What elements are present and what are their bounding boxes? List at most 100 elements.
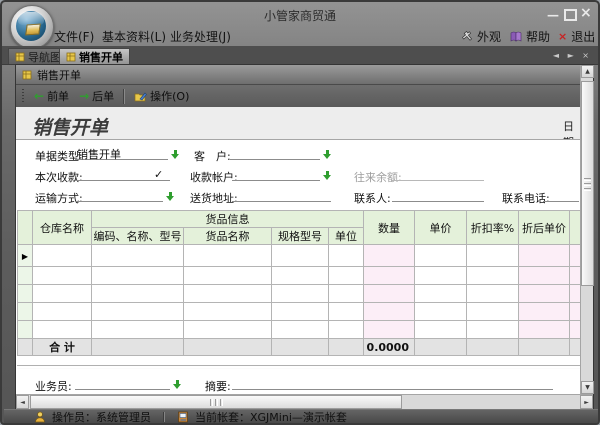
tab-scroll-close-controls[interactable]: ◄ ► × <box>553 51 592 60</box>
cell-discounted[interactable] <box>519 321 570 339</box>
contact-input[interactable] <box>392 188 484 202</box>
right-arrow-icon: → <box>79 89 89 103</box>
scroll-right-button[interactable]: ► <box>580 395 593 409</box>
cell[interactable] <box>467 321 519 339</box>
cell-qty[interactable] <box>364 303 415 321</box>
address-input[interactable] <box>232 188 331 202</box>
dropdown-arrow-icon[interactable] <box>166 192 175 202</box>
horizontal-scrollbar-thumb[interactable] <box>30 395 402 409</box>
cell-qty[interactable] <box>364 267 415 285</box>
cell[interactable] <box>570 285 581 303</box>
phone-input[interactable] <box>543 188 579 202</box>
cell[interactable] <box>92 245 184 267</box>
cell[interactable] <box>272 303 329 321</box>
cell[interactable] <box>329 303 364 321</box>
dropdown-arrow-icon[interactable] <box>323 150 332 160</box>
cell-discounted[interactable] <box>519 267 570 285</box>
maximize-button[interactable] <box>564 9 577 21</box>
date-label: 日期 <box>563 118 580 140</box>
cell[interactable] <box>92 321 184 339</box>
cell[interactable] <box>272 285 329 303</box>
cell[interactable] <box>329 267 364 285</box>
cell[interactable] <box>570 267 581 285</box>
cell[interactable] <box>33 321 92 339</box>
scroll-left-button[interactable]: ◄ <box>16 395 29 409</box>
check-mark-icon[interactable]: ✓ <box>154 168 163 181</box>
cell-qty[interactable] <box>364 321 415 339</box>
cell[interactable] <box>184 321 272 339</box>
vertical-scrollbar-thumb[interactable] <box>581 81 594 286</box>
summary-input[interactable] <box>232 376 553 390</box>
cell[interactable] <box>415 245 467 267</box>
menu-exit[interactable]: × 退出 <box>558 28 595 45</box>
vertical-scrollbar[interactable]: ▲ ▼ <box>580 65 593 394</box>
cell[interactable] <box>329 285 364 303</box>
cell[interactable] <box>467 285 519 303</box>
cell[interactable] <box>570 303 581 321</box>
col-partial <box>570 211 581 245</box>
cell[interactable] <box>184 267 272 285</box>
cell[interactable] <box>92 267 184 285</box>
panel-title: 销售开单 <box>37 67 81 83</box>
horizontal-scrollbar[interactable]: ◄ ► <box>16 394 593 409</box>
cell[interactable] <box>467 303 519 321</box>
cell[interactable] <box>467 267 519 285</box>
grid-row <box>18 321 581 339</box>
balance-field <box>392 167 484 181</box>
menu-base-data[interactable]: 基本资料(L) <box>102 28 166 45</box>
close-button[interactable]: × <box>580 7 592 19</box>
cell[interactable] <box>329 321 364 339</box>
toolbar-grip[interactable] <box>22 89 24 103</box>
account-input[interactable] <box>232 167 320 181</box>
menu-file[interactable]: 文件(F) <box>54 28 94 45</box>
cell[interactable] <box>467 245 519 267</box>
cell-discounted[interactable] <box>519 303 570 321</box>
cell[interactable] <box>570 245 581 267</box>
action-menu-button[interactable]: 操作(O) <box>129 87 194 105</box>
dropdown-arrow-icon[interactable] <box>173 380 182 390</box>
cell-qty[interactable] <box>364 285 415 303</box>
cell[interactable] <box>272 245 329 267</box>
salesman-input[interactable] <box>75 376 170 390</box>
cell[interactable] <box>92 285 184 303</box>
tools-icon <box>462 31 473 42</box>
cell[interactable] <box>329 245 364 267</box>
cell[interactable] <box>570 321 581 339</box>
menu-help[interactable]: 帮助 <box>510 28 550 45</box>
dropdown-arrow-icon[interactable] <box>171 150 180 160</box>
cell[interactable] <box>415 321 467 339</box>
cell[interactable] <box>415 267 467 285</box>
scroll-down-button[interactable]: ▼ <box>581 381 594 394</box>
scroll-up-button[interactable]: ▲ <box>581 65 594 78</box>
cell[interactable] <box>415 303 467 321</box>
account-label: 收款帐户: <box>190 169 238 185</box>
next-doc-button[interactable]: → 后单 <box>74 87 119 105</box>
cell-discounted[interactable] <box>519 245 570 267</box>
menu-business[interactable]: 业务处理(J) <box>170 28 231 45</box>
cell[interactable] <box>415 285 467 303</box>
cell[interactable] <box>272 321 329 339</box>
cell-discounted[interactable] <box>519 285 570 303</box>
tab-sales-billing[interactable]: 销售开单 <box>59 48 130 64</box>
cell[interactable] <box>33 245 92 267</box>
cell[interactable] <box>92 303 184 321</box>
cell[interactable] <box>184 245 272 267</box>
minimize-button[interactable]: — <box>547 9 559 21</box>
cell[interactable] <box>33 303 92 321</box>
menu-appearance[interactable]: 外观 <box>462 28 501 45</box>
cell[interactable] <box>184 285 272 303</box>
cell-qty[interactable] <box>364 245 415 267</box>
cell[interactable] <box>33 267 92 285</box>
footer-separator <box>17 365 580 369</box>
toolbar-separator <box>123 89 125 104</box>
cell[interactable] <box>272 267 329 285</box>
transport-input[interactable] <box>75 188 163 202</box>
toolbar: ← 前单 → 后单 操作(O) <box>16 85 580 107</box>
customer-input[interactable] <box>230 146 320 160</box>
dropdown-arrow-icon[interactable] <box>323 171 332 181</box>
prev-doc-button[interactable]: ← 前单 <box>29 87 74 105</box>
app-logo-icon[interactable] <box>10 5 54 49</box>
cell[interactable] <box>184 303 272 321</box>
doc-type-input[interactable]: 销售开单 <box>75 146 168 160</box>
cell[interactable] <box>33 285 92 303</box>
